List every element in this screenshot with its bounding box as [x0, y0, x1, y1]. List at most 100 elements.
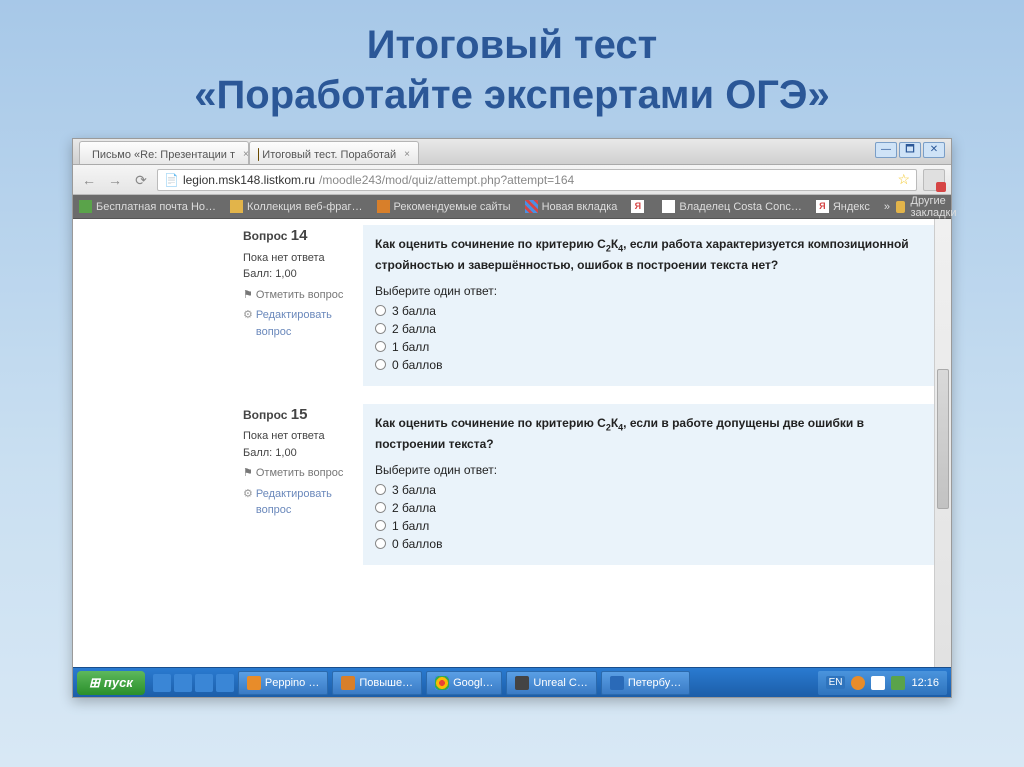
tray-icon[interactable]: [871, 676, 885, 690]
bookmarks-bar: Бесплатная почта Но… Коллекция веб-фраг……: [73, 195, 951, 219]
score-label: Балл: 1,00: [243, 445, 353, 462]
start-icon: ⊞: [89, 675, 100, 691]
radio-icon[interactable]: [375, 341, 386, 352]
bookmark-item[interactable]: ЯЯндекс: [816, 200, 870, 213]
answer-option[interactable]: 3 балла: [375, 483, 933, 497]
page-icon: 📄: [164, 173, 179, 187]
option-label: 1 балл: [392, 340, 429, 354]
answer-option[interactable]: 0 баллов: [375, 537, 933, 551]
bookmark-item[interactable]: Я: [631, 200, 648, 213]
taskbar-item[interactable]: Повыше…: [332, 671, 422, 695]
quick-launch-icon[interactable]: [174, 674, 192, 692]
tab-close-icon[interactable]: ×: [404, 149, 410, 160]
bookmark-item[interactable]: Бесплатная почта Но…: [79, 200, 216, 213]
question-number: Вопрос 15: [243, 404, 353, 427]
address-bar[interactable]: 📄 legion.msk148.listkom.ru/moodle243/mod…: [157, 169, 917, 191]
extension-icon[interactable]: [923, 169, 945, 191]
radio-icon[interactable]: [375, 484, 386, 495]
clock[interactable]: 12:16: [911, 677, 939, 689]
task-icon: [247, 676, 261, 690]
flag-label: Отметить вопрос: [256, 465, 343, 482]
reload-button[interactable]: ⟳: [131, 170, 151, 190]
taskbar-item[interactable]: Peppino …: [238, 671, 328, 695]
quick-launch-icon[interactable]: [195, 674, 213, 692]
edit-question[interactable]: ⚙Редактировать вопрос: [243, 307, 353, 340]
bookmarks-overflow: » Другие закладки: [884, 195, 962, 219]
bookmark-icon: [79, 200, 92, 213]
option-label: 0 баллов: [392, 537, 442, 551]
radio-icon[interactable]: [375, 305, 386, 316]
quick-launch-icon[interactable]: [153, 674, 171, 692]
minimize-button[interactable]: —: [875, 142, 897, 158]
score-label: Балл: 1,00: [243, 266, 353, 283]
question-text: Как оценить сочинение по критерию С2К4, …: [375, 235, 933, 274]
bookmark-item[interactable]: Владелец Costa Conc…: [662, 200, 801, 213]
folder-icon: [896, 201, 905, 213]
question-number: Вопрос 14: [243, 225, 353, 248]
bookmark-star-icon[interactable]: ☆: [897, 171, 910, 188]
tab-quiz[interactable]: Итоговый тест. Поработай ×: [249, 141, 419, 164]
bookmarks-more[interactable]: »: [884, 201, 890, 213]
no-answer-label: Пока нет ответа: [243, 250, 353, 267]
tab-quiz-label: Итоговый тест. Поработай: [262, 149, 396, 161]
answer-option[interactable]: 0 баллов: [375, 358, 933, 372]
question-text: Как оценить сочинение по критерию С2К4, …: [375, 414, 933, 453]
radio-icon[interactable]: [375, 520, 386, 531]
question-14: Вопрос 14 Пока нет ответа Балл: 1,00 ⚑От…: [243, 225, 945, 386]
titlebar: Письмо «Re: Презентации т × Итоговый тес…: [73, 139, 951, 165]
answer-option[interactable]: 2 балла: [375, 501, 933, 515]
edit-question[interactable]: ⚙Редактировать вопрос: [243, 486, 353, 519]
answer-option[interactable]: 2 балла: [375, 322, 933, 336]
scrollbar-thumb[interactable]: [937, 369, 949, 509]
radio-icon[interactable]: [375, 323, 386, 334]
main-column: Вопрос 14 Пока нет ответа Балл: 1,00 ⚑От…: [243, 219, 951, 667]
tab-close-icon[interactable]: ×: [243, 149, 249, 160]
question-body: Как оценить сочинение по критерию С2К4, …: [363, 404, 945, 565]
task-label: Петербу…: [628, 677, 681, 689]
bookmark-label: Владелец Costa Conc…: [679, 201, 801, 213]
tray-icon[interactable]: [891, 676, 905, 690]
flag-question[interactable]: ⚑Отметить вопрос: [243, 287, 353, 304]
radio-icon[interactable]: [375, 359, 386, 370]
tray-icon[interactable]: [851, 676, 865, 690]
option-label: 2 балла: [392, 322, 436, 336]
bookmark-item[interactable]: Коллекция веб-фраг…: [230, 200, 362, 213]
taskbar-item[interactable]: Googl…: [426, 671, 502, 695]
quick-launch: [153, 674, 234, 692]
bookmark-item[interactable]: Новая вкладка: [525, 200, 618, 213]
task-icon: [341, 676, 355, 690]
bookmark-item[interactable]: Рекомендуемые сайты: [377, 200, 511, 213]
tab-mail[interactable]: Письмо «Re: Презентации т ×: [79, 141, 249, 164]
radio-icon[interactable]: [375, 538, 386, 549]
gear-icon: ⚙: [243, 307, 253, 340]
radio-icon[interactable]: [375, 502, 386, 513]
taskbar-item[interactable]: Unreal C…: [506, 671, 596, 695]
bookmark-icon: [525, 200, 538, 213]
back-button[interactable]: ←: [79, 170, 99, 190]
answer-option[interactable]: 3 балла: [375, 304, 933, 318]
bookmark-icon: [662, 200, 675, 213]
window-controls: — 🗖 ✕: [875, 142, 945, 158]
yandex-icon: Я: [816, 200, 829, 213]
address-host: legion.msk148.listkom.ru: [183, 173, 315, 187]
flag-label: Отметить вопрос: [256, 287, 343, 304]
edit-label: Редактировать вопрос: [256, 307, 353, 340]
answer-prompt: Выберите один ответ:: [375, 284, 933, 298]
start-button[interactable]: ⊞ пуск: [77, 671, 145, 695]
vertical-scrollbar[interactable]: [934, 219, 951, 667]
bookmark-icon: [230, 200, 243, 213]
task-label: Повыше…: [359, 677, 413, 689]
taskbar-item[interactable]: Петербу…: [601, 671, 690, 695]
language-indicator[interactable]: EN: [826, 676, 846, 689]
quick-launch-icon[interactable]: [216, 674, 234, 692]
answer-option[interactable]: 1 балл: [375, 340, 933, 354]
close-button[interactable]: ✕: [923, 142, 945, 158]
answer-options: 3 балла 2 балла 1 балл 0 баллов: [375, 483, 933, 551]
answer-option[interactable]: 1 балл: [375, 519, 933, 533]
slide-title-line2: «Поработайте экспертами ОГЭ»: [194, 73, 829, 117]
maximize-button[interactable]: 🗖: [899, 142, 921, 158]
forward-button[interactable]: →: [105, 170, 125, 190]
flag-question[interactable]: ⚑Отметить вопрос: [243, 465, 353, 482]
yandex-icon: Я: [631, 200, 644, 213]
other-bookmarks[interactable]: Другие закладки: [911, 195, 962, 219]
